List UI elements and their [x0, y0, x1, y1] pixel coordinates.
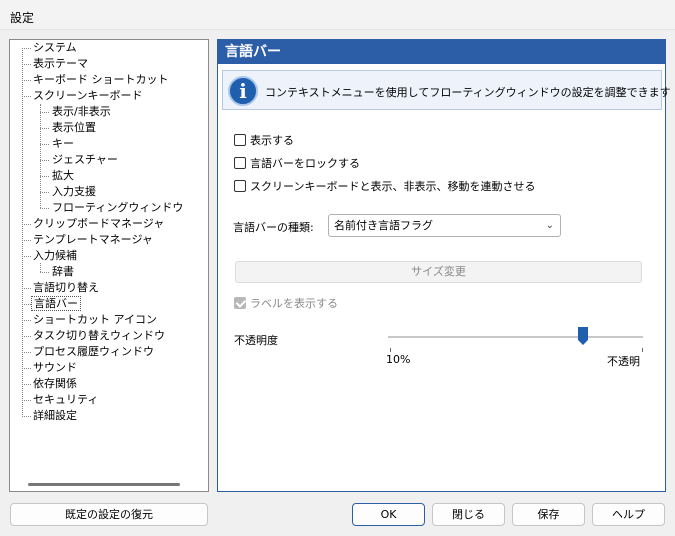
tree-item-keys[interactable]: キー	[50, 136, 76, 151]
tree-item-template-manager[interactable]: テンプレートマネージャ	[31, 232, 155, 247]
tree-item-shortcut-icon[interactable]: ショートカット アイコン	[31, 312, 159, 327]
language-bar-panel: 言語バー i コンテキストメニューを使用してフローティングウィンドウの設定を調整…	[217, 39, 671, 492]
show-checkbox[interactable]	[234, 134, 246, 146]
settings-tree[interactable]: システム 表示テーマ キーボード ショートカット スクリーンキーボード 表示/非…	[9, 39, 209, 492]
panel-title: 言語バー	[218, 40, 665, 64]
tree-item-advanced[interactable]: 詳細設定	[31, 408, 79, 423]
help-button[interactable]: ヘルプ	[592, 503, 665, 526]
opacity-min-label: 10%	[386, 353, 411, 366]
lock-label: 言語バーをロックする	[250, 157, 360, 170]
tree-item-security[interactable]: セキュリティ	[31, 392, 100, 407]
restore-defaults-button[interactable]: 既定の設定の復元	[10, 503, 208, 526]
tree-item-dictionary[interactable]: 辞書	[50, 264, 76, 279]
sync-label: スクリーンキーボードと表示、非表示、移動を連動させる	[250, 180, 536, 193]
show-labels-label: ラベルを表示する	[250, 297, 338, 310]
tree-item-input-candidates[interactable]: 入力候補	[31, 248, 79, 263]
tree-item-show-hide[interactable]: 表示/非表示	[50, 104, 113, 119]
tree-item-language-switch[interactable]: 言語切り替え	[31, 280, 101, 295]
opacity-max-label: 不透明	[607, 355, 640, 368]
tree-item-floating-window[interactable]: フローティングウィンドウ	[50, 200, 185, 215]
save-button[interactable]: 保存	[512, 503, 585, 526]
tree-item-keyboard-shortcuts[interactable]: キーボード ショートカット	[31, 72, 171, 87]
chevron-down-icon: ⌄	[545, 220, 554, 231]
tree-item-zoom[interactable]: 拡大	[50, 168, 76, 183]
lock-option[interactable]: 言語バーをロックする	[234, 156, 360, 172]
ok-button[interactable]: OK	[352, 503, 425, 526]
show-labels-checkbox[interactable]	[234, 297, 246, 309]
tree-item-language-bar[interactable]: 言語バー	[31, 296, 81, 311]
bar-type-select[interactable]: 名前付き言語フラグ ⌄	[328, 214, 561, 237]
bar-type-label: 言語バーの種類:	[233, 221, 314, 234]
opacity-slider-track[interactable]	[388, 336, 643, 338]
tree-item-gestures[interactable]: ジェスチャー	[50, 152, 120, 167]
sync-option[interactable]: スクリーンキーボードと表示、非表示、移動を連動させる	[234, 179, 535, 195]
tree-item-input-assist[interactable]: 入力支援	[50, 184, 98, 199]
tree-horizontal-scrollbar[interactable]	[28, 483, 180, 486]
resize-button[interactable]: サイズ変更	[235, 261, 642, 283]
tree-item-dependencies[interactable]: 依存関係	[31, 376, 79, 391]
info-icon: i	[228, 76, 258, 106]
tree-item-sound[interactable]: サウンド	[31, 360, 79, 375]
tree-item-task-switch-window[interactable]: タスク切り替えウィンドウ	[31, 328, 167, 343]
tree-connector	[40, 263, 41, 272]
bar-type-value: 名前付き言語フラグ	[334, 219, 433, 232]
tree-item-theme[interactable]: 表示テーマ	[31, 56, 90, 71]
slider-tick	[390, 348, 391, 352]
info-text: コンテキストメニューを使用してフローティングウィンドウの設定を調整できます	[265, 86, 671, 99]
tree-connector	[22, 48, 23, 415]
sync-checkbox[interactable]	[234, 180, 246, 192]
title-bar: 設定	[0, 0, 675, 30]
lock-checkbox[interactable]	[234, 157, 246, 169]
window-title: 設定	[10, 11, 35, 25]
info-box: i コンテキストメニューを使用してフローティングウィンドウの設定を調整できます	[222, 70, 671, 110]
close-button[interactable]: 閉じる	[432, 503, 505, 526]
tree-item-process-history-window[interactable]: プロセス履歴ウィンドウ	[31, 344, 156, 359]
tree-item-clipboard-manager[interactable]: クリップボードマネージャ	[31, 216, 166, 231]
opacity-label: 不透明度	[234, 334, 278, 347]
tree-item-position[interactable]: 表示位置	[50, 120, 98, 135]
tree-item-system[interactable]: システム	[31, 40, 79, 55]
tree-item-screen-keyboard[interactable]: スクリーンキーボード	[31, 88, 144, 103]
show-option[interactable]: 表示する	[234, 133, 294, 149]
show-label: 表示する	[250, 134, 294, 147]
opacity-slider-thumb[interactable]	[578, 327, 588, 345]
slider-tick	[642, 348, 643, 352]
show-labels-option[interactable]: ラベルを表示する	[234, 296, 338, 312]
